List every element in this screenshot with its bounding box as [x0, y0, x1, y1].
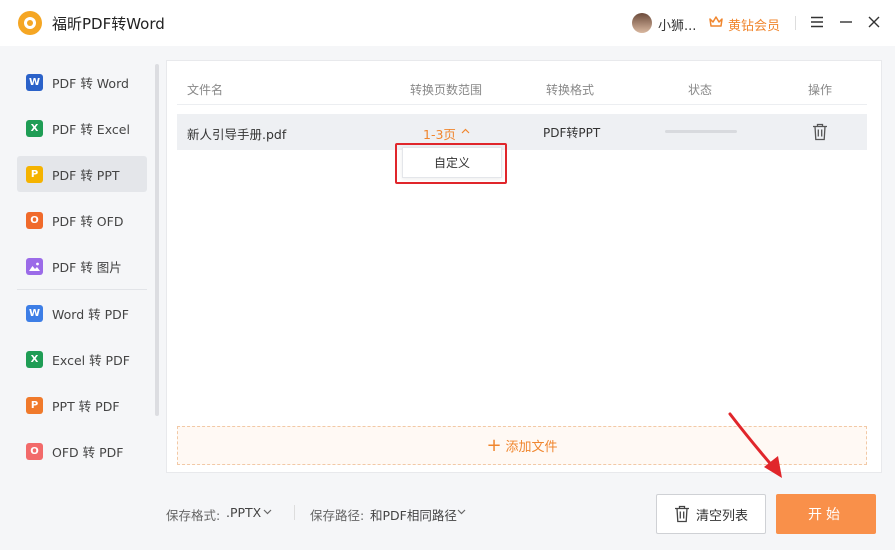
row-filename: 新人引导手册.pdf [187, 127, 287, 142]
sidebar-item-4[interactable]: PDF 转 图片 [17, 248, 147, 284]
sidebar-item-1[interactable]: X PDF 转 Excel [17, 110, 147, 146]
table-header: 文件名 转换页数范围 转换格式 状态 操作 [177, 71, 867, 105]
title-bar: 福昕PDF转Word 小狮... 黄钻会员 [0, 0, 895, 46]
header-status: 状态 [688, 83, 713, 97]
excel-icon: X [26, 119, 43, 137]
username-label[interactable]: 小狮... [658, 15, 696, 34]
clear-list-label: 清空列表 [695, 508, 748, 524]
sidebar-item-label: OFD 转 PDF [52, 444, 124, 460]
ofd-doc-icon: O [26, 442, 43, 460]
sidebar-scrollbar[interactable] [155, 64, 159, 416]
sidebar-item-label: Word 转 PDF [52, 306, 129, 322]
sidebar-item-3[interactable]: O PDF 转 OFD [17, 202, 147, 238]
image-icon [26, 257, 43, 275]
header-range: 转换页数范围 [410, 83, 483, 97]
ppt-doc-icon: P [26, 396, 43, 414]
word-doc-icon: W [26, 304, 43, 322]
trash-icon [674, 505, 689, 523]
sidebar-item-7[interactable]: P PPT 转 PDF [17, 387, 147, 423]
table-row[interactable]: 新人引导手册.pdf 1-3页 PDF转PPT [177, 114, 867, 150]
sidebar-item-5[interactable]: W Word 转 PDF [17, 295, 147, 331]
bottom-divider [294, 505, 295, 520]
sidebar-item-0[interactable]: W PDF 转 Word [17, 64, 147, 100]
add-file-label: 添加文件 [505, 440, 558, 455]
sidebar-item-label: Excel 转 PDF [52, 352, 130, 368]
titlebar-divider [795, 16, 796, 30]
sidebar-item-label: PDF 转 Excel [52, 121, 130, 137]
highlight-box [395, 143, 507, 184]
clear-list-button[interactable]: 清空列表 [656, 494, 766, 534]
header-action: 操作 [808, 83, 833, 97]
save-path-label: 保存路径: [310, 508, 365, 523]
header-filename: 文件名 [187, 83, 224, 97]
save-format-select[interactable]: .PPTX [226, 505, 261, 520]
save-format-label: 保存格式: [166, 508, 221, 523]
app-logo-icon [18, 11, 42, 35]
header-format: 转换格式 [546, 83, 595, 97]
start-button[interactable]: 开始 [776, 494, 876, 534]
excel-doc-icon: X [26, 350, 43, 368]
chevron-up-icon[interactable] [461, 128, 470, 134]
ppt-icon: P [26, 165, 43, 183]
chevron-down-icon[interactable] [457, 509, 466, 515]
trash-icon[interactable] [812, 123, 828, 141]
menu-icon[interactable] [809, 14, 825, 30]
sidebar-item-8[interactable]: O OFD 转 PDF [17, 433, 147, 469]
sidebar-divider [17, 289, 147, 290]
sidebar-item-6[interactable]: X Excel 转 PDF [17, 341, 147, 377]
page-range-select[interactable]: 1-3页 [423, 124, 456, 143]
plus-icon: + [486, 434, 502, 456]
save-path-select[interactable]: 和PDF相同路径 [370, 505, 457, 524]
sidebar-item-label: PDF 转 Word [52, 75, 129, 91]
vip-member-link[interactable]: 黄钻会员 [728, 15, 780, 34]
close-icon[interactable] [866, 14, 882, 30]
user-avatar[interactable] [632, 13, 652, 33]
annotation-arrow-icon [728, 412, 782, 478]
ofd-icon: O [26, 211, 43, 229]
sidebar-item-2[interactable]: P PDF 转 PPT [17, 156, 147, 192]
word-icon: W [26, 73, 43, 91]
sidebar-item-label: PDF 转 OFD [52, 213, 124, 229]
sidebar-item-label: PDF 转 PPT [52, 167, 120, 183]
app-title: 福昕PDF转Word [52, 15, 165, 33]
progress-bar [665, 130, 737, 133]
sidebar-item-label: PDF 转 图片 [52, 259, 122, 275]
chevron-down-icon[interactable] [263, 509, 272, 515]
crown-icon[interactable] [709, 16, 723, 28]
minimize-icon[interactable] [838, 14, 854, 30]
sidebar-item-label: PPT 转 PDF [52, 398, 120, 414]
row-format: PDF转PPT [543, 126, 601, 140]
